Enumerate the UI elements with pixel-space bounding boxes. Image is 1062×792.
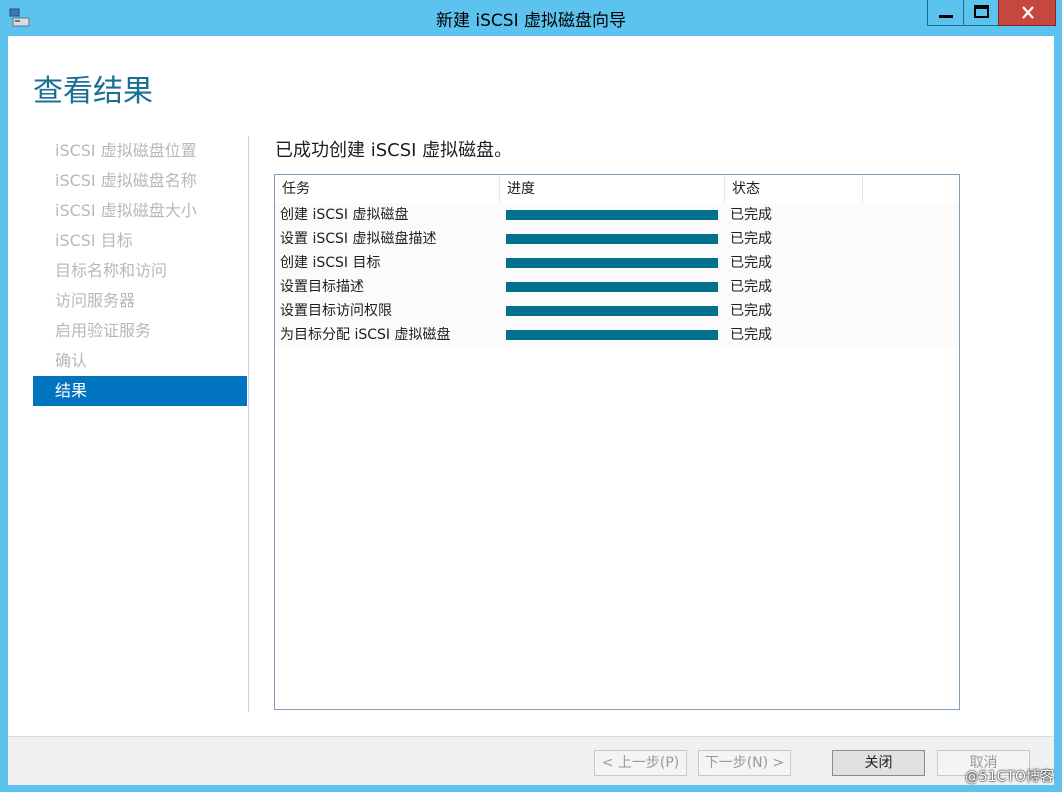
nav-step-disk-name[interactable]: iSCSI 虚拟磁盘名称 xyxy=(33,166,247,196)
window-titlebar: 新建 iSCSI 虚拟磁盘向导 xyxy=(0,0,1062,36)
progress-bar-fill xyxy=(506,282,718,292)
previous-button[interactable]: < 上一步(P) xyxy=(594,750,687,776)
task-cell: 设置 iSCSI 虚拟磁盘描述 xyxy=(280,231,437,247)
progress-bar-fill xyxy=(506,306,718,316)
results-table[interactable]: 任务 进度 状态 创建 iSCSI 虚拟磁盘 已完成 设置 iSCSI 虚拟磁盘… xyxy=(274,174,960,710)
close-icon xyxy=(1022,6,1034,19)
table-row[interactable]: 设置目标访问权限 已完成 xyxy=(275,299,959,323)
status-cell: 已完成 xyxy=(730,231,772,247)
results-table-body: 创建 iSCSI 虚拟磁盘 已完成 设置 iSCSI 虚拟磁盘描述 已完成 创建… xyxy=(275,203,959,347)
watermark: @51CTO博客 xyxy=(964,769,1054,785)
progress-bar xyxy=(506,210,718,220)
nav-step-enable-auth[interactable]: 启用验证服务 xyxy=(33,316,247,346)
table-row[interactable]: 为目标分配 iSCSI 虚拟磁盘 已完成 xyxy=(275,323,959,347)
task-cell: 设置目标描述 xyxy=(280,279,364,295)
table-row[interactable]: 创建 iSCSI 目标 已完成 xyxy=(275,251,959,275)
nav-step-iscsi-target[interactable]: iSCSI 目标 xyxy=(33,226,247,256)
task-cell: 创建 iSCSI 目标 xyxy=(280,255,381,271)
nav-step-confirm[interactable]: 确认 xyxy=(33,346,247,376)
nav-step-results[interactable]: 结果 xyxy=(33,376,247,406)
progress-bar-fill xyxy=(506,210,718,220)
progress-bar xyxy=(506,234,718,244)
minimize-icon xyxy=(939,15,953,18)
nav-divider xyxy=(248,136,249,712)
table-row[interactable]: 设置 iSCSI 虚拟磁盘描述 已完成 xyxy=(275,227,959,251)
next-button[interactable]: 下一步(N) > xyxy=(698,750,791,776)
page-title: 查看结果 xyxy=(33,74,153,109)
wizard-client-area: 查看结果 iSCSI 虚拟磁盘位置 iSCSI 虚拟磁盘名称 iSCSI 虚拟磁… xyxy=(8,36,1054,785)
results-table-header: 任务 进度 状态 xyxy=(275,175,959,204)
nav-step-access-servers[interactable]: 访问服务器 xyxy=(33,286,247,316)
progress-bar xyxy=(506,330,718,340)
close-window-button[interactable] xyxy=(998,0,1056,26)
success-message: 已成功创建 iSCSI 虚拟磁盘。 xyxy=(275,140,513,161)
status-cell: 已完成 xyxy=(730,255,772,271)
table-row[interactable]: 创建 iSCSI 虚拟磁盘 已完成 xyxy=(275,203,959,227)
progress-bar xyxy=(506,258,718,268)
status-cell: 已完成 xyxy=(730,303,772,319)
column-header-status[interactable]: 状态 xyxy=(725,175,863,203)
task-cell: 设置目标访问权限 xyxy=(280,303,392,319)
minimize-button[interactable] xyxy=(927,0,964,26)
maximize-button[interactable] xyxy=(963,0,999,26)
wizard-step-nav: iSCSI 虚拟磁盘位置 iSCSI 虚拟磁盘名称 iSCSI 虚拟磁盘大小 i… xyxy=(33,136,247,406)
progress-bar-fill xyxy=(506,234,718,244)
nav-step-disk-location[interactable]: iSCSI 虚拟磁盘位置 xyxy=(33,136,247,166)
wizard-footer: < 上一步(P) 下一步(N) > 关闭 取消 xyxy=(8,736,1054,785)
maximize-icon xyxy=(974,5,989,18)
close-button[interactable]: 关闭 xyxy=(832,750,925,776)
nav-step-target-name-access[interactable]: 目标名称和访问 xyxy=(33,256,247,286)
task-cell: 为目标分配 iSCSI 虚拟磁盘 xyxy=(280,327,451,343)
task-cell: 创建 iSCSI 虚拟磁盘 xyxy=(280,207,409,223)
column-header-extra[interactable] xyxy=(863,175,959,203)
status-cell: 已完成 xyxy=(730,327,772,343)
status-cell: 已完成 xyxy=(730,207,772,223)
progress-bar-fill xyxy=(506,330,718,340)
progress-bar-fill xyxy=(506,258,718,268)
nav-step-disk-size[interactable]: iSCSI 虚拟磁盘大小 xyxy=(33,196,247,226)
status-cell: 已完成 xyxy=(730,279,772,295)
window-title: 新建 iSCSI 虚拟磁盘向导 xyxy=(436,11,626,31)
progress-bar xyxy=(506,306,718,316)
column-header-progress[interactable]: 进度 xyxy=(500,175,725,203)
column-header-task[interactable]: 任务 xyxy=(275,175,500,203)
table-row[interactable]: 设置目标描述 已完成 xyxy=(275,275,959,299)
progress-bar xyxy=(506,282,718,292)
